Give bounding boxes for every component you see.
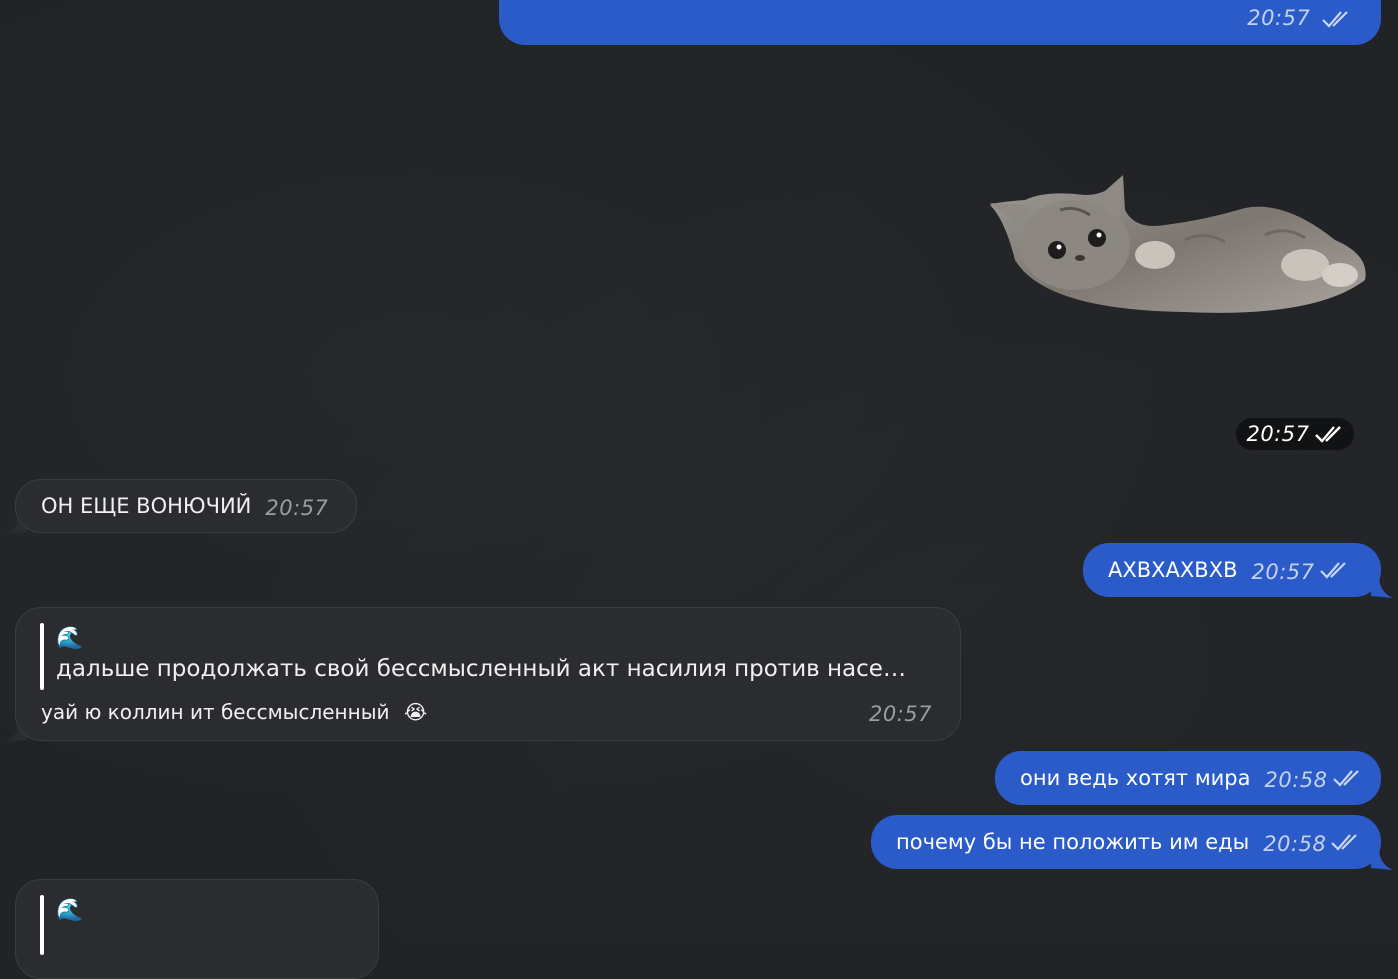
reply-quote-bar: [40, 623, 44, 690]
message-time: 20:57: [868, 702, 932, 726]
message-text: они ведь хотят мира: [1020, 766, 1251, 790]
outgoing-message[interactable]: АХВХАХВХВ 20:57: [1083, 543, 1381, 597]
message-meta: 20:57: [1247, 5, 1351, 31]
message-text: почему бы не положить им еды: [896, 830, 1250, 854]
incoming-message[interactable]: 🌊: [15, 879, 379, 979]
outgoing-message[interactable]: 20:57: [499, 0, 1381, 45]
reply-quote-text: дальше продолжать свой бессмысленный акт…: [56, 656, 906, 682]
message-time: 20:57: [265, 495, 329, 520]
crying-emoji-icon: 😭: [403, 700, 428, 724]
outgoing-message[interactable]: они ведь хотят мира 20:58: [995, 751, 1381, 805]
message-text-row: уай ю коллин ит бессмысленный 😭: [41, 699, 427, 725]
message-time: 20:57: [1247, 6, 1311, 30]
wave-icon: 🌊: [56, 626, 84, 651]
message-time: 20:58: [1264, 767, 1328, 792]
message-time: 20:58: [1263, 831, 1327, 856]
message-text: ОН ЕЩЕ ВОНЮЧИЙ: [41, 494, 252, 518]
incoming-message[interactable]: ОН ЕЩЕ ВОНЮЧИЙ 20:57: [15, 479, 357, 533]
message-text: АХВХАХВХВ: [1108, 558, 1238, 582]
double-check-icon: [1319, 562, 1346, 579]
cat-sticker-image: [990, 175, 1366, 313]
message-time: 20:57: [1246, 422, 1310, 446]
double-check-icon: [1322, 11, 1348, 28]
message-time: 20:57: [1251, 559, 1315, 584]
double-check-icon: [1332, 770, 1359, 787]
double-check-icon: [1314, 426, 1341, 443]
cat-sticker[interactable]: [985, 170, 1375, 320]
outgoing-message[interactable]: почему бы не положить им еды 20:58: [871, 815, 1381, 869]
sticker-time-pill: 20:57: [1236, 418, 1354, 450]
incoming-message[interactable]: 🌊 дальше продолжать свой бессмысленный а…: [15, 607, 961, 741]
reply-quote-bar: [40, 895, 44, 955]
reply-quote[interactable]: 🌊 дальше продолжать свой бессмысленный а…: [56, 626, 906, 682]
wave-icon: 🌊: [56, 898, 84, 923]
message-text: уай ю коллин ит бессмысленный: [41, 700, 390, 724]
double-check-icon: [1331, 834, 1358, 851]
